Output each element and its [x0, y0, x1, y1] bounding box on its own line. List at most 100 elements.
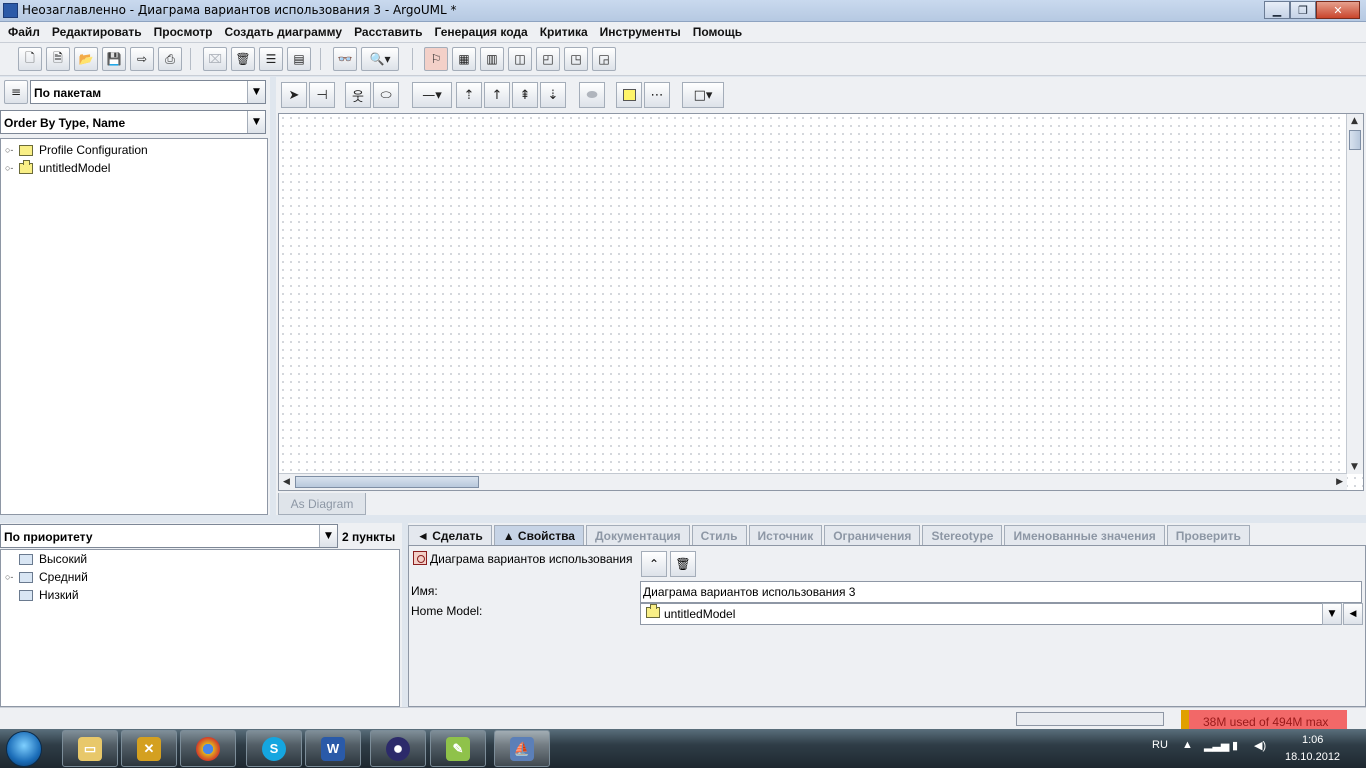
todo-grouping-select[interactable]: По приоритету ▼ [0, 524, 338, 548]
todo-item-low[interactable]: Низкий [5, 586, 79, 604]
menu-edit[interactable]: Редактировать [46, 25, 148, 39]
go-to-model-icon[interactable]: ◀ [1343, 603, 1363, 625]
start-button[interactable] [6, 731, 42, 767]
find-icon[interactable]: 👓 [333, 47, 357, 71]
include-tool-icon[interactable]: ⇣ [540, 82, 566, 108]
new-collaboration-diagram-icon[interactable]: ◫ [508, 47, 532, 71]
restore-button[interactable]: ❐ [1290, 1, 1316, 19]
save-as-icon[interactable]: ⇨ [130, 47, 154, 71]
tray-date[interactable]: 18.10.2012 [1285, 751, 1340, 763]
tab-as-diagram[interactable]: As Diagram [278, 493, 366, 515]
tray-time[interactable]: 1:06 [1302, 734, 1323, 746]
menu-critique[interactable]: Критика [534, 25, 594, 39]
zoom-icon[interactable]: 🔍▾ [361, 47, 399, 71]
usecase-tool-icon[interactable]: ⬭ [373, 82, 399, 108]
chevron-down-icon[interactable]: ▼ [1322, 603, 1342, 625]
scroll-up-icon[interactable]: ▲ [1351, 116, 1358, 126]
taskbar-skype[interactable]: S [246, 730, 302, 767]
tab-todo[interactable]: ◄ Сделать [408, 525, 492, 545]
navigate-up-icon[interactable]: ☰ [259, 47, 283, 71]
tab-documentation[interactable]: Документация [585, 525, 690, 545]
tab-tagged-values[interactable]: Именованные значения [1004, 525, 1165, 545]
menu-generation[interactable]: Генерация кода [429, 25, 534, 39]
order-select[interactable]: Order By Type, Name ▼ [0, 110, 266, 134]
new-sequence-diagram-icon[interactable]: ▥ [480, 47, 504, 71]
menu-help[interactable]: Помощь [687, 25, 748, 39]
perspective-select[interactable]: По пакетам ▼ [30, 80, 266, 104]
open-project-icon[interactable]: 📂 [74, 47, 98, 71]
menu-tools[interactable]: Инструменты [594, 25, 687, 39]
diagram-canvas[interactable]: ▲ ▼ ◀ ▶ [278, 113, 1364, 491]
tab-constraints[interactable]: Ограничения [824, 525, 921, 545]
chevron-down-icon[interactable]: ▼ [319, 525, 337, 547]
new-project-icon[interactable]: 🗋 [18, 47, 42, 71]
new-statechart-diagram-icon[interactable]: ◰ [536, 47, 560, 71]
dependency-tool-icon[interactable]: ⇡ [456, 82, 482, 108]
remove-from-diagram-icon[interactable]: ⌧ [203, 47, 227, 71]
tab-stereotype[interactable]: Stereotype [922, 525, 1003, 545]
taskbar-notepadpp[interactable]: ✎ [430, 730, 486, 767]
menu-arrange[interactable]: Расставить [348, 25, 428, 39]
save-icon[interactable]: 💾 [102, 47, 126, 71]
vertical-scrollbar[interactable]: ▲ ▼ [1346, 114, 1363, 474]
todo-item-medium[interactable]: ○- Средний [5, 568, 88, 586]
extend-tool-icon[interactable]: ⇞ [512, 82, 538, 108]
navigate-up-button[interactable]: ⌃ [641, 551, 667, 577]
close-button[interactable]: ✕ [1316, 1, 1360, 19]
select-tool-icon[interactable]: ➤ [281, 82, 307, 108]
menu-file[interactable]: Файл [2, 25, 46, 39]
actor-tool-icon[interactable]: 웃 [345, 82, 371, 108]
expand-handle-icon[interactable]: ○- [5, 163, 19, 173]
comment-link-tool-icon[interactable]: ⋯ [644, 82, 670, 108]
tab-source[interactable]: Источник [748, 525, 823, 545]
todo-item-high[interactable]: Высокий [5, 550, 87, 568]
tab-properties[interactable]: ▲ Свойства [493, 525, 584, 545]
minimize-button[interactable]: ▁ [1264, 1, 1290, 19]
delete-icon[interactable]: 🗑 [231, 47, 255, 71]
scroll-left-icon[interactable]: ◀ [283, 477, 290, 487]
new-class-diagram-icon[interactable]: ▦ [452, 47, 476, 71]
extension-point-tool-icon[interactable]: ⬬ [579, 82, 605, 108]
generalization-tool-icon[interactable]: ↑ [484, 82, 510, 108]
home-model-select[interactable]: untitledModel [640, 603, 1330, 625]
taskbar-argouml[interactable]: ⛵ [494, 730, 550, 767]
taskbar-tools[interactable]: ✕ [121, 730, 177, 767]
menu-view[interactable]: Просмотр [148, 25, 219, 39]
settings-icon[interactable]: ▤ [287, 47, 311, 71]
scroll-down-icon[interactable]: ▼ [1351, 462, 1358, 472]
taskbar-word[interactable]: W [305, 730, 361, 767]
tree-item-untitled-model[interactable]: ○- untitledModel [5, 159, 110, 177]
tray-language[interactable]: RU [1152, 739, 1168, 751]
new-deployment-diagram-icon[interactable]: ◲ [592, 47, 616, 71]
broom-tool-icon[interactable]: ⊣ [309, 82, 335, 108]
comment-tool-icon[interactable] [616, 82, 642, 108]
chevron-down-icon[interactable]: ▼ [247, 111, 265, 133]
chevron-down-icon[interactable]: ▼ [247, 81, 265, 103]
tab-checklist[interactable]: Проверить [1166, 525, 1250, 545]
new-usecase-diagram-icon[interactable]: ⚐ [424, 47, 448, 71]
tree-item-profile-configuration[interactable]: ○- Profile Configuration [5, 141, 148, 159]
print-icon[interactable]: ⎙ [158, 47, 182, 71]
volume-icon[interactable]: ◀) [1254, 739, 1266, 752]
explorer-config-icon[interactable]: ≡ [4, 80, 28, 104]
expand-handle-icon[interactable]: ○- [5, 572, 19, 582]
shape-tool-icon[interactable]: □▾ [682, 82, 724, 108]
memory-indicator[interactable]: 38M used of 494M max [1181, 710, 1347, 730]
menu-create-diagram[interactable]: Создать диаграмму [218, 25, 348, 39]
name-field[interactable]: Диаграма вариантов использования 3 [640, 581, 1362, 603]
delete-button[interactable]: 🗑 [670, 551, 696, 577]
tab-style[interactable]: Стиль [691, 525, 747, 545]
new-activity-diagram-icon[interactable]: ◳ [564, 47, 588, 71]
tray-show-hidden-icon[interactable]: ▲ [1182, 739, 1193, 751]
battery-icon[interactable]: ▮ [1232, 739, 1238, 752]
new-from-template-icon[interactable]: 🗎 [46, 47, 70, 71]
scrollbar-thumb[interactable] [1349, 130, 1361, 150]
taskbar-eclipse[interactable] [370, 730, 426, 767]
scrollbar-thumb[interactable] [295, 476, 479, 488]
network-icon[interactable]: ▂▃▅ [1204, 739, 1229, 752]
expand-handle-icon[interactable]: ○- [5, 145, 19, 155]
horizontal-scrollbar[interactable]: ◀ ▶ [279, 473, 1347, 490]
scroll-right-icon[interactable]: ▶ [1336, 477, 1343, 487]
taskbar-explorer[interactable]: ▭ [62, 730, 118, 767]
taskbar-chrome[interactable] [180, 730, 236, 767]
